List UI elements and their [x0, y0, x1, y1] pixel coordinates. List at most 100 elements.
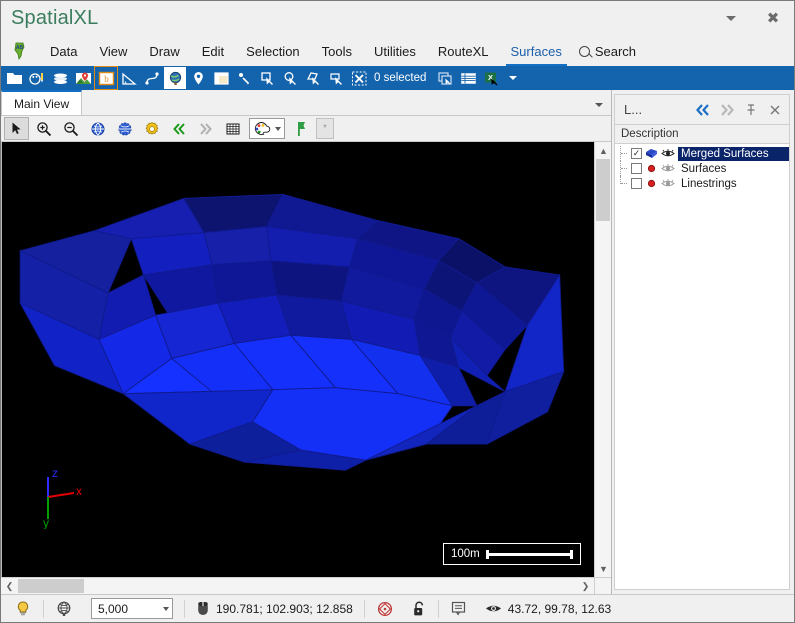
measure-angle-icon [121, 72, 137, 85]
3d-viewport[interactable]: z x y 100m [1, 142, 594, 577]
snap-toggle[interactable] [367, 596, 403, 622]
pointer-select-button[interactable] [4, 117, 29, 140]
color-palette-icon [254, 121, 271, 135]
layer-checkbox[interactable]: ✓ [631, 148, 642, 159]
select-polygon-button[interactable] [302, 67, 324, 89]
map-image-button[interactable] [72, 67, 94, 89]
menu-item-selection[interactable]: Selection [235, 36, 310, 66]
copy-to-clipboard-button[interactable] [434, 67, 456, 89]
vscroll-track[interactable] [595, 159, 611, 560]
open-folder-button[interactable] [3, 67, 25, 89]
vscroll-thumb[interactable] [596, 159, 610, 221]
menu-label: Utilities [374, 43, 416, 59]
dock-close-button[interactable] [763, 98, 787, 122]
menu-item-edit[interactable]: Edit [191, 36, 235, 66]
eye-closed-icon[interactable] [661, 163, 675, 174]
clear-selection-button[interactable] [348, 67, 370, 89]
layer-label: Merged Surfaces [678, 146, 789, 161]
hscroll-thumb[interactable] [18, 579, 84, 593]
layers-dock-panel: L... Description ✓ Merged Surfaces Surfa… [611, 90, 794, 594]
clear-selection-icon [351, 71, 366, 85]
view-extra-button[interactable]: * [316, 118, 334, 139]
menu-item-draw[interactable]: Draw [138, 36, 190, 66]
menu-item-tools[interactable]: Tools [311, 36, 363, 66]
menu-item-routexl[interactable]: RouteXL [427, 36, 500, 66]
scroll-left-button[interactable]: ❮ [1, 578, 18, 595]
tree-row-merged-surfaces[interactable]: ✓ Merged Surfaces [615, 146, 789, 161]
hscroll-track[interactable] [18, 578, 577, 594]
tree-guide [620, 176, 628, 184]
globe-rotate-button[interactable] [85, 117, 110, 140]
window-frame-button[interactable] [210, 67, 232, 89]
bookmark-flag-button[interactable] [289, 117, 314, 140]
map-scale-combo[interactable]: 5,000 [91, 598, 173, 619]
lock-toggle[interactable] [403, 596, 436, 622]
previous-view-button[interactable] [166, 117, 191, 140]
hint-toggle[interactable] [5, 596, 41, 622]
select-rectangle-icon [260, 71, 273, 85]
boundary-box-button[interactable]: b [94, 66, 118, 90]
palette-pencil-icon [28, 72, 43, 85]
menu-label: Draw [149, 43, 180, 59]
add-location-button[interactable] [187, 67, 209, 89]
next-view-button[interactable] [193, 117, 218, 140]
tab-overflow-button[interactable] [595, 103, 603, 107]
select-circle-button[interactable] [279, 67, 301, 89]
menu-label: Edit [201, 43, 225, 59]
eye-open-icon[interactable] [661, 148, 675, 159]
projection-button[interactable] [46, 596, 82, 622]
dock-pin-button[interactable] [739, 98, 763, 122]
settings-gear-icon [145, 121, 158, 135]
tab-main-view[interactable]: Main View [1, 90, 83, 115]
red-point-icon [647, 164, 656, 173]
search-button[interactable]: Search [573, 36, 647, 66]
select-rectangle-button[interactable] [256, 67, 278, 89]
globe-view-button[interactable] [164, 67, 186, 89]
tree-row-linestrings[interactable]: Linestrings [615, 176, 789, 191]
layers-button[interactable] [49, 67, 71, 89]
export-excel-button[interactable]: X [480, 67, 502, 89]
color-palette-combo[interactable] [249, 118, 285, 139]
select-point-icon [238, 72, 249, 84]
previous-view-icon [172, 122, 185, 135]
view-settings-button[interactable] [139, 117, 164, 140]
application-menu-button[interactable]: AB [1, 36, 39, 66]
zoom-in-button[interactable] [31, 117, 56, 140]
message-icon [451, 601, 465, 616]
status-separator [363, 599, 365, 618]
scroll-up-button[interactable]: ▲ [595, 142, 612, 159]
select-point-button[interactable] [233, 67, 255, 89]
window-menu-button[interactable] [710, 4, 752, 34]
globe-dashed-button[interactable] [112, 117, 137, 140]
menu-item-surfaces[interactable]: Surfaces [500, 36, 573, 66]
menu-item-data[interactable]: Data [39, 36, 88, 66]
tree-row-surfaces[interactable]: Surfaces [615, 161, 789, 176]
message-button[interactable] [441, 596, 476, 622]
menu-item-utilities[interactable]: Utilities [363, 36, 427, 66]
eye-closed-icon[interactable] [661, 178, 675, 189]
table-view-button[interactable] [457, 67, 479, 89]
menu-item-view[interactable]: View [88, 36, 138, 66]
select-fence-button[interactable] [325, 67, 347, 89]
zoom-out-button[interactable] [58, 117, 83, 140]
dock-back-button[interactable] [691, 98, 715, 122]
layer-checkbox[interactable] [631, 178, 642, 189]
layers-tree[interactable]: Description ✓ Merged Surfaces Surfaces L… [614, 124, 790, 590]
style-palette-button[interactable] [26, 67, 48, 89]
canvas-vertical-scrollbar[interactable]: ▲ ▼ [594, 142, 611, 577]
curve-node-button[interactable] [141, 67, 163, 89]
window-close-button[interactable]: ✖ [752, 4, 794, 34]
layer-checkbox[interactable] [631, 163, 642, 174]
scroll-right-button[interactable]: ❯ [577, 578, 594, 595]
search-icon [578, 45, 590, 57]
scroll-down-button[interactable]: ▼ [595, 560, 612, 577]
unlock-icon [413, 601, 423, 615]
copy-to-clipboard-icon [438, 71, 452, 85]
measure-angle-button[interactable] [118, 67, 140, 89]
status-separator [437, 599, 439, 618]
dock-forward-button[interactable] [715, 98, 739, 122]
grid-toggle-button[interactable] [220, 117, 245, 140]
canvas-horizontal-scrollbar[interactable]: ❮ ❯ [1, 577, 594, 594]
toolbar-overflow-button[interactable] [509, 76, 518, 80]
menu-label: Surfaces [510, 43, 562, 59]
